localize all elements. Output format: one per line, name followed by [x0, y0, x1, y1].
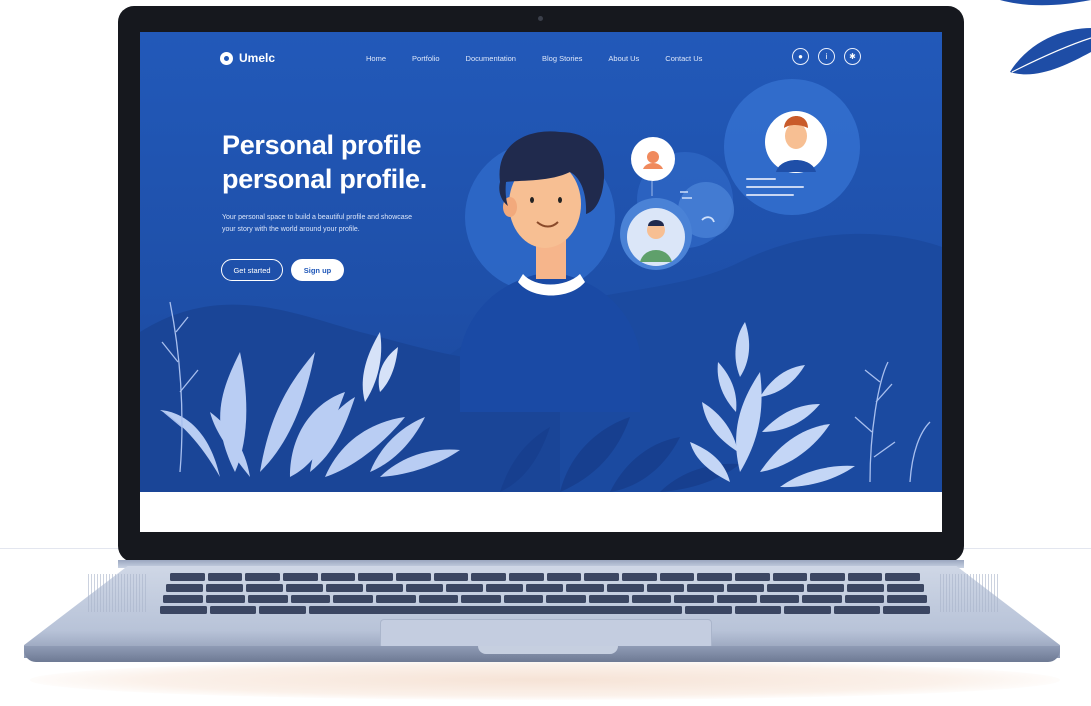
laptop-screen: Umelc Home Portfolio Documentation Blog … — [140, 32, 942, 532]
key-row — [170, 573, 921, 581]
nav-icons: ● i ✱ — [792, 48, 861, 65]
key-row — [166, 584, 924, 592]
trackpad[interactable] — [380, 619, 712, 649]
get-started-button[interactable]: Get started — [221, 259, 283, 281]
nav-item-home[interactable]: Home — [366, 54, 386, 63]
laptop-notch — [478, 646, 618, 654]
account-icon[interactable]: ● — [792, 48, 809, 65]
settings-icon[interactable]: ✱ — [844, 48, 861, 65]
profile-detail-lines — [746, 178, 804, 202]
hero-title: Personal profile personal profile. — [222, 128, 427, 196]
hero-subtitle-line1: Your personal space to build a beautiful… — [222, 214, 413, 221]
key-row — [160, 606, 930, 614]
website-hero: Umelc Home Portfolio Documentation Blog … — [140, 32, 942, 492]
keyboard — [160, 573, 930, 615]
hero-title-line2: personal profile. — [222, 164, 427, 194]
speaker-grille-right — [940, 574, 1000, 612]
hero-subtitle: Your personal space to build a beautiful… — [222, 212, 452, 236]
main-nav: Home Portfolio Documentation Blog Storie… — [366, 54, 728, 63]
page-footer-strip — [140, 492, 942, 532]
nav-item-contact[interactable]: Contact Us — [665, 54, 702, 63]
key-row — [163, 595, 927, 603]
nav-item-blog[interactable]: Blog Stories — [542, 54, 582, 63]
hero-title-line1: Personal profile — [222, 130, 422, 160]
info-icon[interactable]: i — [818, 48, 835, 65]
brand-logo[interactable]: Umelc — [220, 51, 275, 65]
hero-subtitle-line2: your story with the world around your pr… — [222, 226, 360, 233]
nav-item-about[interactable]: About Us — [608, 54, 639, 63]
laptop-lid: Umelc Home Portfolio Documentation Blog … — [118, 6, 964, 562]
nav-item-portfolio[interactable]: Portfolio — [412, 54, 440, 63]
webcam-icon — [538, 16, 543, 21]
nav-item-documentation[interactable]: Documentation — [466, 54, 516, 63]
sign-up-button[interactable]: Sign up — [291, 259, 344, 281]
laptop-shadow — [30, 660, 1060, 700]
brand-name: Umelc — [239, 51, 276, 65]
speaker-grille-left — [88, 574, 148, 612]
logo-icon — [220, 51, 233, 65]
